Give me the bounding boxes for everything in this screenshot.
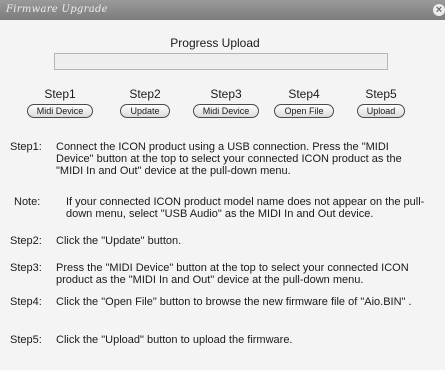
step-2: Step2 Update (105, 87, 185, 118)
step-4-title: Step4 (288, 87, 320, 101)
step-2-title: Step2 (129, 87, 161, 101)
update-button[interactable]: Update (120, 104, 170, 118)
instruction-label: Step1: (10, 141, 42, 153)
progress-bar (54, 53, 388, 70)
step-3-title: Step3 (210, 87, 242, 101)
open-file-button[interactable]: Open File (274, 104, 334, 118)
close-icon[interactable]: × (433, 4, 445, 16)
step-3: Step3 Midi Device (186, 87, 266, 118)
title-bar: Firmware Upgrade × (0, 0, 445, 20)
instruction-text: Press the "MIDI Device" button at the to… (56, 262, 409, 286)
midi-device-button-step3[interactable]: Midi Device (192, 104, 260, 118)
instruction-text: Click the "Update" button. (56, 235, 182, 247)
window-title: Firmware Upgrade (6, 4, 108, 15)
step-1-title: Step1 (44, 87, 76, 101)
progress-label: Progress Upload (170, 36, 260, 50)
instruction-text: Click the "Open File" button to browse t… (56, 296, 412, 308)
step-5-title: Step5 (365, 87, 397, 101)
instruction-text: If your connected ICON product model nam… (66, 196, 425, 220)
step-4: Step4 Open File (264, 87, 344, 118)
instruction-label: Step3: (10, 262, 42, 274)
instruction-text: Connect the ICON product using a USB con… (56, 141, 402, 177)
instruction-label: Step2: (10, 235, 42, 247)
instruction-text: Click the "Upload" button to upload the … (56, 334, 293, 346)
instruction-label: Note: (14, 196, 41, 208)
midi-device-button-step1[interactable]: Midi Device (26, 104, 94, 118)
instruction-label: Step5: (10, 334, 42, 346)
step-5: Step5 Upload (341, 87, 421, 118)
step-1: Step1 Midi Device (20, 87, 100, 118)
upload-button[interactable]: Upload (356, 104, 406, 118)
instruction-label: Step4: (10, 296, 42, 308)
